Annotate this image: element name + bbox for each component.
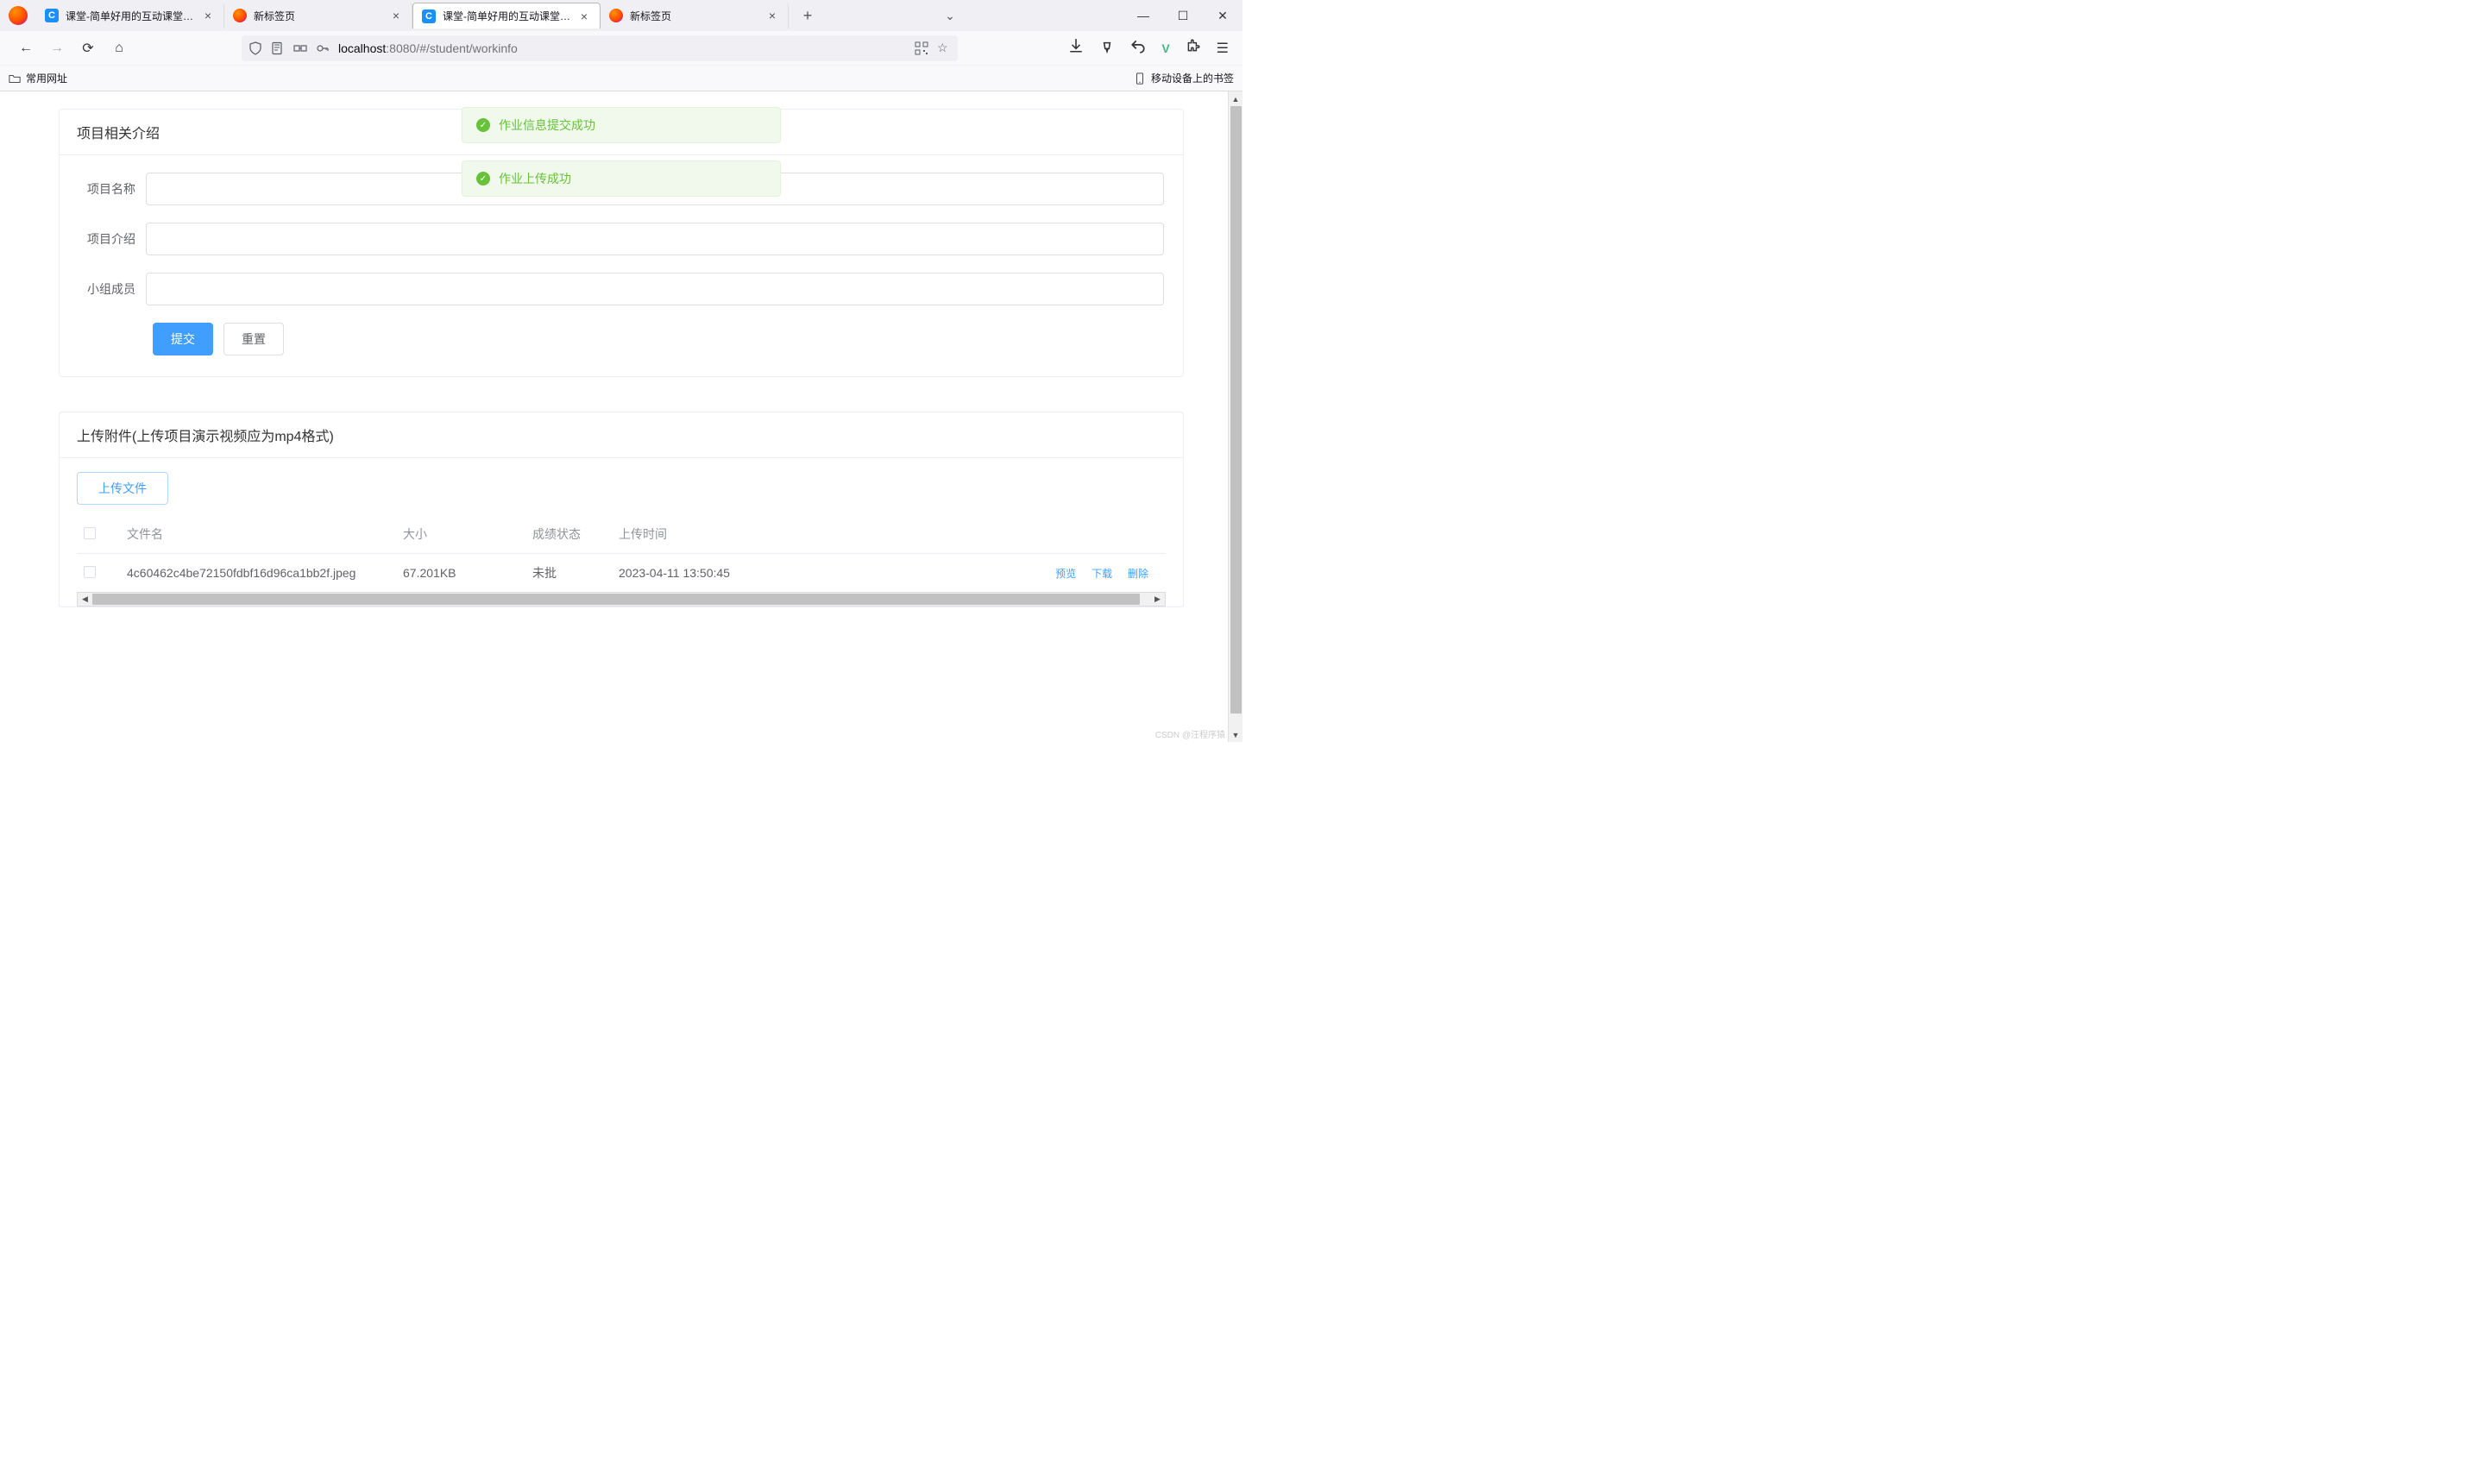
- download-link[interactable]: 下载: [1092, 568, 1112, 580]
- team-members-label: 小组成员: [68, 280, 146, 298]
- upload-attachment-card: 上传附件(上传项目演示视频应为mp4格式) 上传文件 文件名 大小 成绩状态 上…: [59, 412, 1184, 607]
- scroll-down-icon[interactable]: ▼: [1229, 727, 1242, 742]
- reset-button[interactable]: 重置: [223, 323, 284, 355]
- undo-icon[interactable]: [1130, 38, 1146, 58]
- bookmark-common-sites[interactable]: 常用网址: [9, 71, 67, 85]
- close-icon[interactable]: ×: [201, 9, 215, 22]
- project-name-label: 项目名称: [68, 180, 146, 198]
- toast-message: 作业信息提交成功: [499, 116, 595, 134]
- check-circle-icon: ✓: [476, 118, 490, 132]
- toast-submit-success: ✓ 作业信息提交成功: [462, 107, 781, 143]
- submit-button[interactable]: 提交: [153, 323, 213, 355]
- vertical-scrollbar[interactable]: ▲ ▼: [1228, 91, 1242, 742]
- tab-title: 新标签页: [254, 9, 382, 23]
- window-minimize-button[interactable]: —: [1123, 0, 1163, 31]
- page-info-icon[interactable]: [271, 41, 285, 55]
- folder-icon: [9, 72, 21, 85]
- column-filename: 文件名: [120, 515, 396, 554]
- close-icon[interactable]: ×: [577, 9, 591, 23]
- permissions-icon[interactable]: [293, 41, 307, 55]
- address-bar: ← → ⟳ ⌂ localhost:8080/#/student/workinf…: [0, 31, 1242, 66]
- project-info-card: 项目相关介绍 项目名称 项目介绍 小组成员 提交 重置: [59, 109, 1184, 377]
- column-size: 大小: [396, 515, 525, 554]
- tabs-dropdown-icon[interactable]: ⌄: [945, 9, 955, 23]
- window-close-button[interactable]: ✕: [1203, 0, 1242, 31]
- horizontal-scrollbar[interactable]: ◀ ▶: [77, 592, 1166, 607]
- downloads-icon[interactable]: [1068, 38, 1084, 58]
- scroll-up-icon[interactable]: ▲: [1229, 91, 1242, 106]
- select-all-checkbox[interactable]: [84, 527, 96, 539]
- classroom-app-icon: C: [422, 9, 436, 23]
- cell-status: 未批: [525, 554, 612, 593]
- classroom-app-icon: C: [45, 9, 59, 22]
- preview-link[interactable]: 预览: [1055, 568, 1076, 580]
- bookmark-star-icon[interactable]: ☆: [937, 41, 951, 55]
- scroll-right-icon[interactable]: ▶: [1150, 593, 1165, 606]
- attachments-table: 文件名 大小 成绩状态 上传时间 4c60462c4be72150fdbf16d…: [77, 515, 1166, 593]
- project-intro-input[interactable]: [146, 223, 1164, 255]
- firefox-logo-icon: [9, 6, 28, 25]
- csdn-watermark: CSDN @汪程序猿: [1155, 727, 1225, 740]
- row-checkbox[interactable]: [84, 566, 96, 578]
- close-icon[interactable]: ×: [389, 9, 403, 22]
- project-intro-label: 项目介绍: [68, 230, 146, 248]
- home-button[interactable]: ⌂: [107, 36, 131, 60]
- firefox-icon: [609, 9, 623, 22]
- table-row: 4c60462c4be72150fdbf16d96ca1bb2f.jpeg 67…: [77, 554, 1166, 593]
- new-tab-button[interactable]: +: [796, 7, 820, 25]
- column-time: 上传时间: [612, 515, 819, 554]
- qr-icon[interactable]: [915, 41, 928, 55]
- close-icon[interactable]: ×: [765, 9, 779, 22]
- cell-time: 2023-04-11 13:50:45: [612, 554, 819, 593]
- scrollbar-thumb[interactable]: [92, 594, 1140, 605]
- page-content: ✓ 作业信息提交成功 ✓ 作业上传成功 项目相关介绍 项目名称 项目介绍 小组成…: [0, 91, 1242, 742]
- key-icon[interactable]: [316, 41, 330, 55]
- check-circle-icon: ✓: [476, 172, 490, 186]
- mobile-icon: [1134, 72, 1146, 85]
- toast-message: 作业上传成功: [499, 170, 571, 187]
- bookmark-mobile[interactable]: 移动设备上的书签: [1134, 71, 1234, 85]
- browser-tab-3[interactable]: 新标签页 ×: [601, 3, 789, 28]
- column-status: 成绩状态: [525, 515, 612, 554]
- pocket-icon[interactable]: [1099, 38, 1115, 58]
- browser-tab-2[interactable]: C 课堂-简单好用的互动课堂管理 ×: [412, 3, 601, 28]
- scroll-left-icon[interactable]: ◀: [78, 593, 92, 606]
- vue-devtools-icon[interactable]: V: [1161, 41, 1169, 55]
- browser-tabs-bar: C 课堂-简单好用的互动课堂管理 × 新标签页 × C 课堂-简单好用的互动课堂…: [0, 0, 1242, 31]
- tab-title: 课堂-简单好用的互动课堂管理: [66, 9, 194, 23]
- toast-upload-success: ✓ 作业上传成功: [462, 160, 781, 197]
- forward-button[interactable]: →: [45, 36, 69, 60]
- browser-tab-0[interactable]: C 课堂-简单好用的互动课堂管理 ×: [36, 3, 224, 28]
- tab-title: 课堂-简单好用的互动课堂管理: [443, 9, 570, 23]
- upload-file-button[interactable]: 上传文件: [77, 472, 168, 505]
- firefox-icon: [233, 9, 247, 22]
- browser-tab-1[interactable]: 新标签页 ×: [224, 3, 412, 28]
- delete-link[interactable]: 删除: [1128, 568, 1148, 580]
- shield-icon[interactable]: [248, 41, 262, 55]
- menu-icon[interactable]: ☰: [1217, 40, 1229, 57]
- cell-filename: 4c60462c4be72150fdbf16d96ca1bb2f.jpeg: [120, 554, 396, 593]
- scrollbar-thumb[interactable]: [1230, 106, 1242, 714]
- url-field[interactable]: localhost:8080/#/student/workinfo ☆: [242, 35, 958, 61]
- tab-title: 新标签页: [630, 9, 758, 23]
- cell-size: 67.201KB: [396, 554, 525, 593]
- bookmarks-bar: 常用网址 移动设备上的书签: [0, 66, 1242, 91]
- reload-button[interactable]: ⟳: [76, 36, 100, 60]
- url-text: localhost:8080/#/student/workinfo: [338, 41, 518, 55]
- window-controls: — ☐ ✕: [1123, 0, 1242, 31]
- card-title: 上传附件(上传项目演示视频应为mp4格式): [60, 412, 1183, 458]
- extensions-icon[interactable]: [1186, 38, 1201, 58]
- back-button[interactable]: ←: [14, 36, 38, 60]
- team-members-input[interactable]: [146, 273, 1164, 305]
- window-maximize-button[interactable]: ☐: [1163, 0, 1203, 31]
